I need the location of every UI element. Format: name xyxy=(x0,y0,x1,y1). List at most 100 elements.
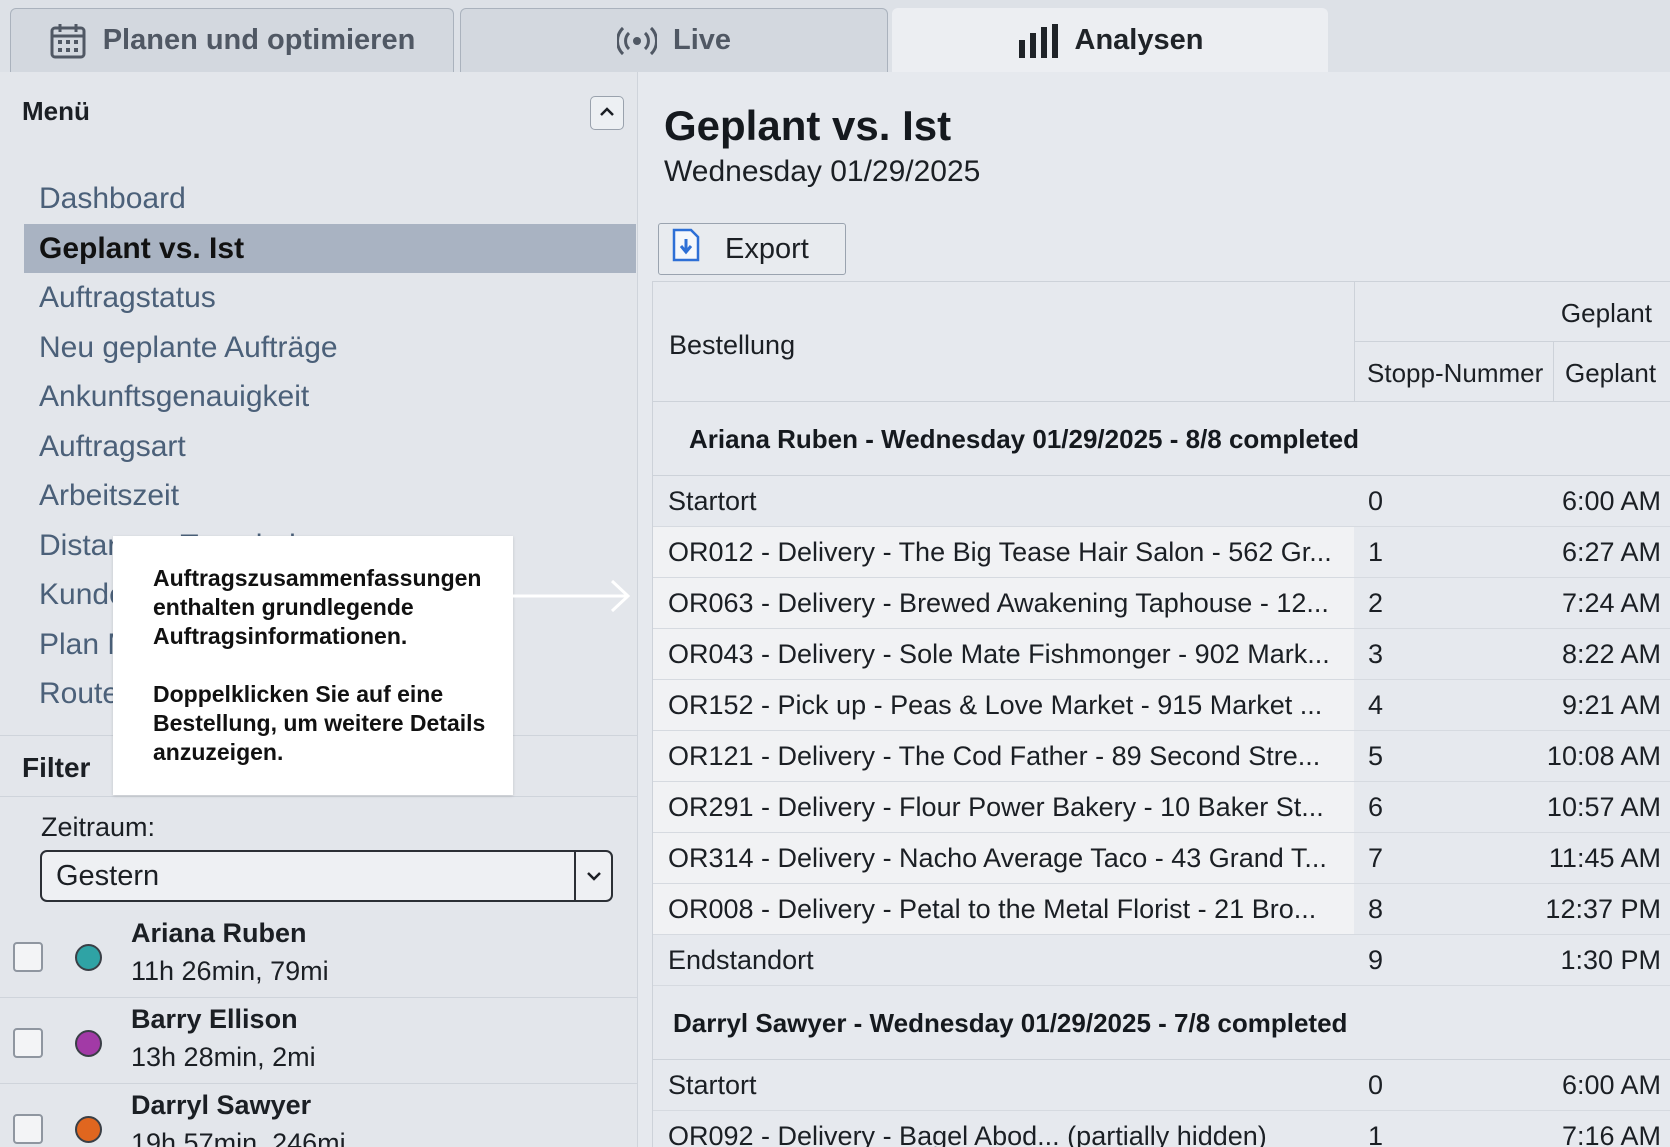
column-group-header-geplant: Geplant xyxy=(1560,298,1652,328)
cell-stop: 5 xyxy=(1368,741,1384,771)
chevron-down-icon[interactable] xyxy=(574,852,611,900)
cell-time: 11:45 AM xyxy=(1548,843,1661,873)
planned-vs-actual-table: Bestellung Geplant Stopp-Nummer Geplant … xyxy=(652,281,1670,1147)
divider xyxy=(1553,342,1554,402)
cell-stop: 8 xyxy=(1368,894,1384,924)
cell-order: OR012 - Delivery - The Big Tease Hair Sa… xyxy=(653,527,1354,577)
table-row[interactable]: OR092 - Delivery - Bagel Abod... (partia… xyxy=(653,1111,1670,1147)
bar-chart-icon xyxy=(1017,23,1059,58)
menu-item-geplant-vs-ist[interactable]: Geplant vs. Ist xyxy=(24,223,636,273)
cell-order: OR121 - Delivery - The Cod Father - 89 S… xyxy=(653,731,1354,781)
filter-title: Filter xyxy=(22,752,91,783)
divider xyxy=(0,796,638,797)
menu-item-arbeitszeit[interactable]: Arbeitszeit xyxy=(24,471,636,521)
top-tab-bar: Planen und optimieren Live Analysen xyxy=(0,0,1670,72)
menu-item-neu-geplante-auftraege[interactable]: Neu geplante Aufträge xyxy=(24,323,636,373)
broadcast-icon xyxy=(616,26,657,56)
zeitraum-select-value: Gestern xyxy=(56,860,160,892)
download-file-icon xyxy=(671,228,701,270)
cell-order: Startort xyxy=(668,486,757,516)
driver-item[interactable]: Darryl Sawyer 19h 57min, 246mi xyxy=(0,1084,638,1147)
cell-time: 10:57 AM xyxy=(1546,792,1661,822)
zeitraum-label: Zeitraum: xyxy=(41,812,156,842)
tooltip-text: Auftragszusammenfassungen enthalten grun… xyxy=(153,565,482,649)
divider xyxy=(1354,341,1670,342)
group-header-row: Ariana Ruben - Wednesday 01/29/2025 - 8/… xyxy=(653,402,1670,476)
cell-time: 6:27 AM xyxy=(1561,537,1661,567)
cell-time: 8:22 AM xyxy=(1561,639,1661,669)
cell-time: 6:00 AM xyxy=(1561,1070,1661,1100)
table-row[interactable]: Startort 0 6:00 AM xyxy=(653,476,1670,527)
table-row[interactable]: OR008 - Delivery - Petal to the Metal Fl… xyxy=(653,884,1670,935)
cell-stop: 7 xyxy=(1368,843,1384,873)
cell-time: 9:21 AM xyxy=(1561,690,1661,720)
column-header-stopp-nummer[interactable]: Stopp-Nummer xyxy=(1367,358,1543,389)
table-row[interactable]: OR063 - Delivery - Brewed Awakening Taph… xyxy=(653,578,1670,629)
table-row[interactable]: OR314 - Delivery - Nacho Average Taco - … xyxy=(653,833,1670,884)
cell-time: 7:16 AM xyxy=(1561,1121,1661,1147)
column-header-bestellung[interactable]: Bestellung xyxy=(669,330,795,361)
cell-time: 10:08 AM xyxy=(1546,741,1661,771)
menu-item-auftragsart[interactable]: Auftragsart xyxy=(24,422,636,472)
cell-stop: 6 xyxy=(1368,792,1384,822)
menu-title: Menü xyxy=(22,96,90,126)
arrow-right-icon xyxy=(512,578,632,619)
driver-item[interactable]: Barry Ellison 13h 28min, 2mi xyxy=(0,998,638,1084)
driver-stats: 19h 57min, 246mi xyxy=(131,1128,346,1147)
menu-item-dashboard[interactable]: Dashboard xyxy=(24,174,636,224)
tab-analysen[interactable]: Analysen xyxy=(892,8,1328,72)
table-row[interactable]: Endstandort 9 1:30 PM xyxy=(653,935,1670,986)
table-row[interactable]: OR291 - Delivery - Flour Power Bakery - … xyxy=(653,782,1670,833)
tab-label: Live xyxy=(672,24,732,56)
table-row[interactable]: OR152 - Pick up - Peas & Love Market - 9… xyxy=(653,680,1670,731)
cell-order: OR043 - Delivery - Sole Mate Fishmonger … xyxy=(653,629,1354,679)
driver-name: Ariana Ruben xyxy=(131,918,307,948)
driver-checkbox[interactable] xyxy=(13,942,43,972)
cell-stop: 4 xyxy=(1368,690,1384,720)
cell-stop: 1 xyxy=(1368,1121,1384,1147)
table-row[interactable]: OR012 - Delivery - The Big Tease Hair Sa… xyxy=(653,527,1670,578)
collapse-menu-button[interactable] xyxy=(590,96,624,130)
cell-order: OR314 - Delivery - Nacho Average Taco - … xyxy=(653,833,1354,883)
cell-stop: 0 xyxy=(1368,1070,1384,1100)
cell-stop: 9 xyxy=(1368,945,1384,975)
zeitraum-select[interactable]: Gestern xyxy=(40,850,613,902)
page-date: Wednesday 01/29/2025 xyxy=(664,155,981,188)
menu-item-ankunftsgenauigkeit[interactable]: Ankunftsgenauigkeit xyxy=(24,372,636,422)
tab-live[interactable]: Live xyxy=(460,8,888,72)
cell-order: OR008 - Delivery - Petal to the Metal Fl… xyxy=(653,884,1354,934)
tab-label: Planen und optimieren xyxy=(102,24,416,56)
page-title: Geplant vs. Ist xyxy=(664,102,952,149)
driver-name: Darryl Sawyer xyxy=(131,1090,312,1120)
divider xyxy=(1354,282,1355,402)
driver-checkbox[interactable] xyxy=(13,1114,43,1144)
tab-planen[interactable]: Planen und optimieren xyxy=(10,8,454,72)
cell-order: Endstandort xyxy=(668,945,814,975)
cell-order: Startort xyxy=(668,1070,757,1100)
driver-stats: 13h 28min, 2mi xyxy=(131,1042,316,1072)
cell-time: 7:24 AM xyxy=(1561,588,1661,618)
export-button[interactable]: Export xyxy=(658,223,846,275)
table-row[interactable]: Startort 0 6:00 AM xyxy=(653,1060,1670,1111)
driver-item[interactable]: Ariana Ruben 11h 26min, 79mi xyxy=(0,912,638,998)
cell-order: OR092 - Delivery - Bagel Abod... (partia… xyxy=(668,1121,1267,1147)
cell-stop: 0 xyxy=(1368,486,1384,516)
table-row[interactable]: OR043 - Delivery - Sole Mate Fishmonger … xyxy=(653,629,1670,680)
help-tooltip: Auftragszusammenfassungen enthalten grun… xyxy=(113,536,513,795)
group-header-row: Darryl Sawyer - Wednesday 01/29/2025 - 7… xyxy=(653,986,1670,1060)
calendar-icon xyxy=(49,22,87,60)
driver-color-dot xyxy=(75,1030,102,1057)
chevron-up-icon xyxy=(599,104,615,122)
table-row[interactable]: OR121 - Delivery - The Cod Father - 89 S… xyxy=(653,731,1670,782)
driver-checkbox[interactable] xyxy=(13,1028,43,1058)
cell-order: OR291 - Delivery - Flour Power Bakery - … xyxy=(653,782,1354,832)
driver-name: Barry Ellison xyxy=(131,1004,298,1034)
cell-order: OR063 - Delivery - Brewed Awakening Taph… xyxy=(653,578,1354,628)
cell-time: 6:00 AM xyxy=(1561,486,1661,516)
menu-item-auftragstatus[interactable]: Auftragstatus xyxy=(24,273,636,323)
cell-order: OR152 - Pick up - Peas & Love Market - 9… xyxy=(653,680,1354,730)
cell-stop: 1 xyxy=(1368,537,1384,567)
driver-color-dot xyxy=(75,1116,102,1143)
column-header-geplant[interactable]: Geplant xyxy=(1565,358,1656,389)
group-header-label: Darryl Sawyer - Wednesday 01/29/2025 - 7… xyxy=(673,1008,1348,1038)
